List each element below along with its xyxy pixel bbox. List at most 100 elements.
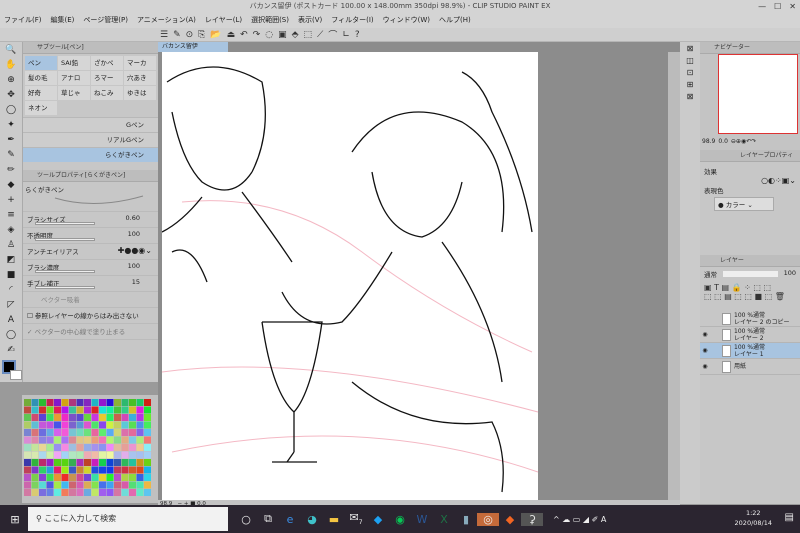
color-swatch[interactable] (46, 421, 54, 429)
color-swatch[interactable] (121, 399, 129, 406)
color-swatch[interactable] (121, 436, 129, 444)
color-swatch[interactable] (54, 489, 61, 496)
color-swatch[interactable] (46, 429, 54, 436)
color-swatch[interactable] (106, 451, 114, 459)
color-swatch[interactable] (121, 406, 129, 414)
color-swatch[interactable] (54, 444, 61, 451)
color-swatch[interactable] (61, 489, 69, 496)
cortana-icon[interactable]: ○ (235, 513, 257, 526)
color-swatch[interactable] (54, 436, 61, 444)
color-swatch[interactable] (106, 429, 114, 436)
opacity-slider[interactable]: 不透明度 100 (23, 228, 158, 244)
color-swatch[interactable] (144, 466, 151, 474)
color-swatch[interactable] (24, 436, 31, 444)
color-swatch[interactable] (129, 436, 136, 444)
color-swatch[interactable] (76, 451, 84, 459)
mail-icon[interactable]: ✉7 (345, 511, 367, 526)
color-swatch[interactable] (84, 489, 91, 496)
effect-icons[interactable]: ○◐⁘▣⌄ (704, 176, 796, 185)
color-swatch[interactable] (76, 429, 84, 436)
menu-item[interactable]: レイヤー(L) (205, 13, 242, 28)
close-button[interactable]: ✕ (789, 0, 796, 13)
color-swatch[interactable] (69, 421, 76, 429)
color-swatch[interactable] (84, 451, 91, 459)
color-swatch[interactable] (99, 451, 106, 459)
blend-mode-select[interactable]: 通常 (704, 269, 717, 279)
color-swatch[interactable] (144, 459, 151, 466)
color-swatch[interactable] (144, 421, 151, 429)
color-swatch[interactable] (54, 406, 61, 414)
color-swatch[interactable] (46, 444, 54, 451)
tool-icon[interactable]: ✥ (7, 89, 15, 102)
color-swatch[interactable] (114, 414, 121, 421)
color-swatch[interactable] (84, 444, 91, 451)
toolbar-icon[interactable]: ⌒ (328, 28, 337, 41)
color-swatch[interactable] (76, 489, 84, 496)
eye-icon[interactable]: ◉ (700, 363, 710, 370)
color-swatch[interactable] (39, 459, 46, 466)
color-swatch[interactable] (91, 436, 99, 444)
subtool-item[interactable]: 穴あき (124, 71, 156, 85)
color-swatch[interactable] (69, 481, 76, 489)
color-swatch[interactable] (136, 406, 144, 414)
color-swatch[interactable] (39, 421, 46, 429)
color-swatch[interactable] (99, 466, 106, 474)
color-swatch[interactable] (129, 466, 136, 474)
subtool-item[interactable]: ざかペ (91, 56, 123, 70)
color-swatch[interactable] (136, 466, 144, 474)
panel-icon[interactable]: ⊞ (687, 80, 694, 89)
color-swatch[interactable] (91, 406, 99, 414)
color-swatch[interactable] (76, 436, 84, 444)
color-swatch[interactable] (84, 421, 91, 429)
color-swatch[interactable] (46, 414, 54, 421)
clip-studio-icon[interactable]: ◎ (477, 512, 499, 526)
tool-icon[interactable]: A (8, 314, 14, 327)
color-swatch[interactable] (54, 481, 61, 489)
color-swatch[interactable] (54, 466, 61, 474)
color-swatch[interactable] (46, 459, 54, 466)
color-swatch[interactable] (31, 481, 39, 489)
color-swatch[interactable] (39, 489, 46, 496)
color-swatch[interactable] (114, 481, 121, 489)
eye-icon[interactable]: ◉ (700, 331, 710, 338)
tool-property-tab[interactable]: ツールプロパティ[らくがきペン] (23, 170, 158, 182)
color-swatch[interactable] (129, 489, 136, 496)
color-swatch[interactable] (91, 399, 99, 406)
layer-tab[interactable]: レイヤー (700, 255, 800, 267)
navigator-thumbnail[interactable] (718, 54, 798, 134)
color-swatch[interactable] (99, 429, 106, 436)
color-swatch[interactable] (54, 459, 61, 466)
layer-row[interactable]: ◉ 用紙 (700, 359, 800, 375)
color-swatch[interactable] (76, 406, 84, 414)
color-swatch[interactable] (31, 436, 39, 444)
menu-item[interactable]: ページ管理(P) (83, 13, 128, 28)
color-swatch[interactable] (69, 451, 76, 459)
color-swatch[interactable] (99, 481, 106, 489)
eye-icon[interactable]: ◉ (700, 347, 710, 354)
color-swatch[interactable] (39, 444, 46, 451)
color-swatch[interactable] (129, 421, 136, 429)
color-swatch[interactable] (84, 414, 91, 421)
layer-row[interactable]: ◉ 100 %通常 レイヤー 2 (700, 327, 800, 343)
color-swatch[interactable] (39, 474, 46, 481)
color-swatch[interactable] (106, 474, 114, 481)
color-swatch[interactable] (24, 414, 31, 421)
color-swatch[interactable] (24, 406, 31, 414)
color-swatch[interactable] (61, 481, 69, 489)
color-swatch[interactable] (136, 481, 144, 489)
color-swatch[interactable] (46, 466, 54, 474)
color-swatch[interactable] (24, 444, 31, 451)
subtool-tab[interactable]: サブツール[ペン] (23, 42, 158, 54)
color-swatch[interactable] (84, 459, 91, 466)
menu-item[interactable]: ヘルプ(H) (439, 13, 471, 28)
color-swatch[interactable] (99, 489, 106, 496)
color-swatch[interactable] (69, 474, 76, 481)
color-swatch[interactable] (144, 481, 151, 489)
color-swatch[interactable] (39, 451, 46, 459)
color-swatch[interactable] (84, 436, 91, 444)
color-swatch[interactable] (144, 414, 151, 421)
taskbar-search[interactable]: ⚲ ここに入力して検索 (28, 507, 228, 531)
color-swatch[interactable] (46, 436, 54, 444)
menu-item[interactable]: ウィンドウ(W) (383, 13, 430, 28)
color-swatch[interactable] (76, 444, 84, 451)
